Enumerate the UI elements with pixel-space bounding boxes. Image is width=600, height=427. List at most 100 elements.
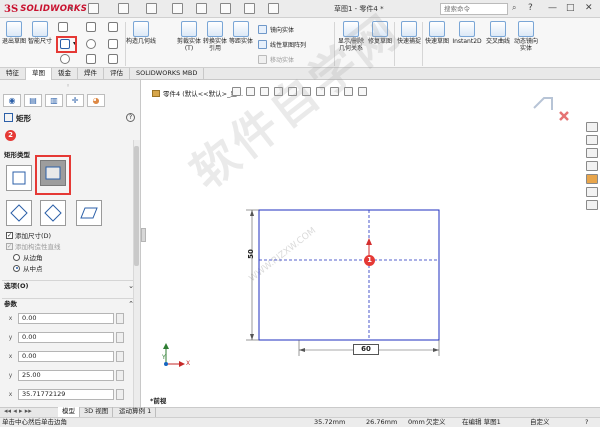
- y-coordinate-icon: y: [8, 334, 13, 341]
- status-sketch-state: 欠定义: [426, 418, 446, 426]
- search-command-input[interactable]: 搜索命令: [440, 3, 508, 15]
- dimxpert-icon[interactable]: ✛: [66, 94, 84, 107]
- param-corner-x-input[interactable]: 0.00: [18, 351, 114, 362]
- text-tool-icon[interactable]: [108, 22, 118, 32]
- offset-entities-button[interactable]: 等距实体: [228, 21, 254, 46]
- x-coordinate-icon: x: [8, 391, 13, 398]
- slot-tool-icon[interactable]: [60, 54, 70, 64]
- 3point-corner-rectangle-option[interactable]: [6, 200, 32, 226]
- add-dimensions-checkbox[interactable]: ✓ 添加尺寸(D): [6, 230, 51, 240]
- feature-manager-icon[interactable]: ◉: [3, 94, 21, 107]
- x-coordinate-icon: x: [8, 353, 13, 360]
- status-help-icon[interactable]: ?: [585, 418, 588, 427]
- dynamic-mirror-button[interactable]: 动态镜向实体: [512, 21, 540, 52]
- construction-geometry-button[interactable]: 构造几何线: [126, 21, 156, 46]
- design-library-icon[interactable]: [585, 135, 598, 145]
- configuration-manager-icon[interactable]: ▥: [45, 94, 63, 107]
- param-spinner[interactable]: [116, 370, 124, 381]
- line-tool-icon[interactable]: [58, 22, 68, 32]
- restore-icon[interactable]: □: [566, 3, 575, 14]
- param-center-x-input[interactable]: 0.00: [18, 313, 114, 324]
- linear-pattern-button[interactable]: 线性草图阵列: [258, 40, 306, 49]
- sketch-rectangle[interactable]: [258, 209, 440, 341]
- param-spinner[interactable]: [116, 313, 124, 324]
- save-icon[interactable]: [146, 3, 157, 14]
- circle-tool-icon[interactable]: [86, 39, 96, 49]
- new-doc-icon[interactable]: [88, 3, 99, 14]
- tab-sketch[interactable]: 草图: [26, 68, 52, 80]
- panel-collapse-icon[interactable]: ◦: [66, 82, 70, 90]
- help-menu-icon[interactable]: ?: [528, 3, 533, 14]
- convert-entities-button[interactable]: 转换实体引用: [202, 21, 228, 52]
- status-hint: 单击中心然后单击边角: [2, 418, 67, 426]
- undo-icon[interactable]: [196, 3, 207, 14]
- rebuild-icon[interactable]: [244, 3, 255, 14]
- spline-tool-icon[interactable]: [86, 22, 96, 32]
- ds-logo-icon: 3S: [4, 3, 19, 15]
- help-icon[interactable]: ?: [126, 113, 135, 122]
- point-tool-icon[interactable]: [108, 39, 118, 49]
- display-manager-icon[interactable]: ◕: [87, 94, 105, 107]
- param-spinner[interactable]: [116, 389, 124, 400]
- mirror-entities-button[interactable]: 镜向实体: [258, 25, 294, 34]
- param-center-y-input[interactable]: 0.00: [18, 332, 114, 343]
- view-palette-icon[interactable]: [585, 161, 598, 171]
- appearances-icon[interactable]: [585, 174, 598, 184]
- param-corner-y-input[interactable]: 25.00: [18, 370, 114, 381]
- triad-x-label: X: [186, 360, 191, 367]
- tab-motion-study[interactable]: 运动算例 1: [115, 407, 157, 417]
- from-midpoints-radio[interactable]: 从中点: [13, 263, 43, 273]
- open-icon[interactable]: [118, 3, 129, 14]
- print-icon[interactable]: [172, 3, 183, 14]
- instant2d-button[interactable]: Instant2D: [450, 21, 484, 46]
- select-icon[interactable]: [220, 3, 231, 14]
- width-dimension-text[interactable]: 60: [353, 344, 379, 355]
- smart-dimension-button[interactable]: 智能尺寸: [28, 21, 52, 46]
- param-width-input[interactable]: 35.71772129: [18, 389, 114, 400]
- exit-sketch-button[interactable]: 退出草图: [2, 21, 26, 46]
- param-spinner[interactable]: [116, 332, 124, 343]
- close-icon[interactable]: ✕: [585, 3, 593, 14]
- from-corners-radio[interactable]: 从边角: [13, 252, 43, 262]
- trim-entities-button[interactable]: 剪裁实体(T): [176, 21, 202, 52]
- construction-geometry-icon: [133, 21, 149, 37]
- file-explorer-icon[interactable]: [585, 148, 598, 158]
- tab-scroll-arrows-icon[interactable]: ◂◂ ◂ ▸ ▸▸: [4, 407, 32, 415]
- tab-model[interactable]: 模型: [58, 407, 80, 417]
- linear-pattern-icon: [258, 40, 267, 49]
- panel-scroll-thumb[interactable]: [134, 146, 139, 266]
- property-manager-icon[interactable]: ▤: [24, 94, 42, 107]
- parallelogram-option[interactable]: [76, 200, 102, 226]
- options-icon[interactable]: [268, 3, 279, 14]
- search-icon[interactable]: ⌕: [512, 3, 516, 13]
- param-spinner[interactable]: [116, 351, 124, 362]
- solidworks-logo[interactable]: 3S SOLIDWORKS: [4, 2, 87, 16]
- intersection-curve-button[interactable]: 交叉曲线: [484, 21, 512, 46]
- solidworks-forum-icon[interactable]: [585, 200, 598, 210]
- tab-evaluate[interactable]: 评估: [104, 68, 130, 80]
- resources-icon[interactable]: [585, 122, 598, 132]
- x-coordinate-icon: x: [8, 315, 13, 322]
- menu-chevron-icon[interactable]: ▸: [70, 4, 74, 12]
- status-units[interactable]: 自定义: [530, 418, 550, 427]
- tab-3d-views[interactable]: 3D 视图: [80, 407, 114, 417]
- plane-tool-icon[interactable]: [108, 54, 118, 64]
- 3point-corner-rectangle-icon: [10, 204, 28, 222]
- tab-sheet-metal[interactable]: 钣金: [52, 68, 78, 80]
- custom-properties-icon[interactable]: [585, 187, 598, 197]
- polygon-tool-icon[interactable]: [86, 54, 96, 64]
- rapid-sketch-button[interactable]: 快速草图: [424, 21, 450, 46]
- minimize-icon[interactable]: —: [548, 3, 557, 14]
- center-rectangle-highlight: [35, 155, 71, 195]
- add-construction-lines-checkbox[interactable]: ✓ 添加构造性直线: [6, 241, 61, 251]
- options-header[interactable]: 选项(O) ⌄: [2, 280, 138, 290]
- rapid-sketch-icon: [429, 21, 445, 37]
- 3point-center-rectangle-option[interactable]: [40, 200, 66, 226]
- tab-features[interactable]: 特征: [0, 68, 26, 80]
- tab-mbd[interactable]: SOLIDWORKS MBD: [130, 68, 205, 80]
- height-dimension-text[interactable]: 50: [247, 249, 255, 259]
- corner-rectangle-option[interactable]: [6, 165, 32, 191]
- triad-y-label: Y: [162, 354, 166, 361]
- tab-weldments[interactable]: 焊件: [78, 68, 104, 80]
- parameters-header[interactable]: 参数 ⌃: [2, 298, 138, 308]
